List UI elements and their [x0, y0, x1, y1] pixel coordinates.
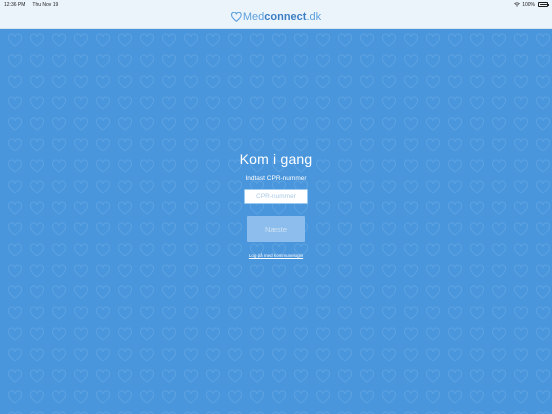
next-button[interactable]: Næste	[247, 216, 305, 242]
heart-icon	[231, 12, 242, 22]
status-time: 12:36 PM	[4, 1, 26, 8]
battery-icon	[538, 2, 549, 7]
municipality-login-link[interactable]: Log på med kommunelogin	[0, 253, 552, 258]
logo-text: Medconnect.dk	[242, 11, 322, 23]
status-bar: 12:36 PM Thu Nov 19 100%	[0, 0, 552, 9]
logo: Medconnect.dk	[231, 11, 321, 23]
cpr-input[interactable]	[244, 189, 308, 204]
page-title: Kom i gang	[239, 151, 313, 167]
cpr-label: Indtast CPR-nummer	[245, 175, 307, 182]
login-panel: Kom i gang Indtast CPR-nummer Næste Log …	[0, 29, 552, 414]
app-header: Medconnect.dk	[0, 9, 552, 29]
wifi-icon	[514, 2, 521, 7]
status-date: Thu Nov 19	[32, 1, 59, 8]
battery-percentage: 100%	[522, 1, 535, 8]
